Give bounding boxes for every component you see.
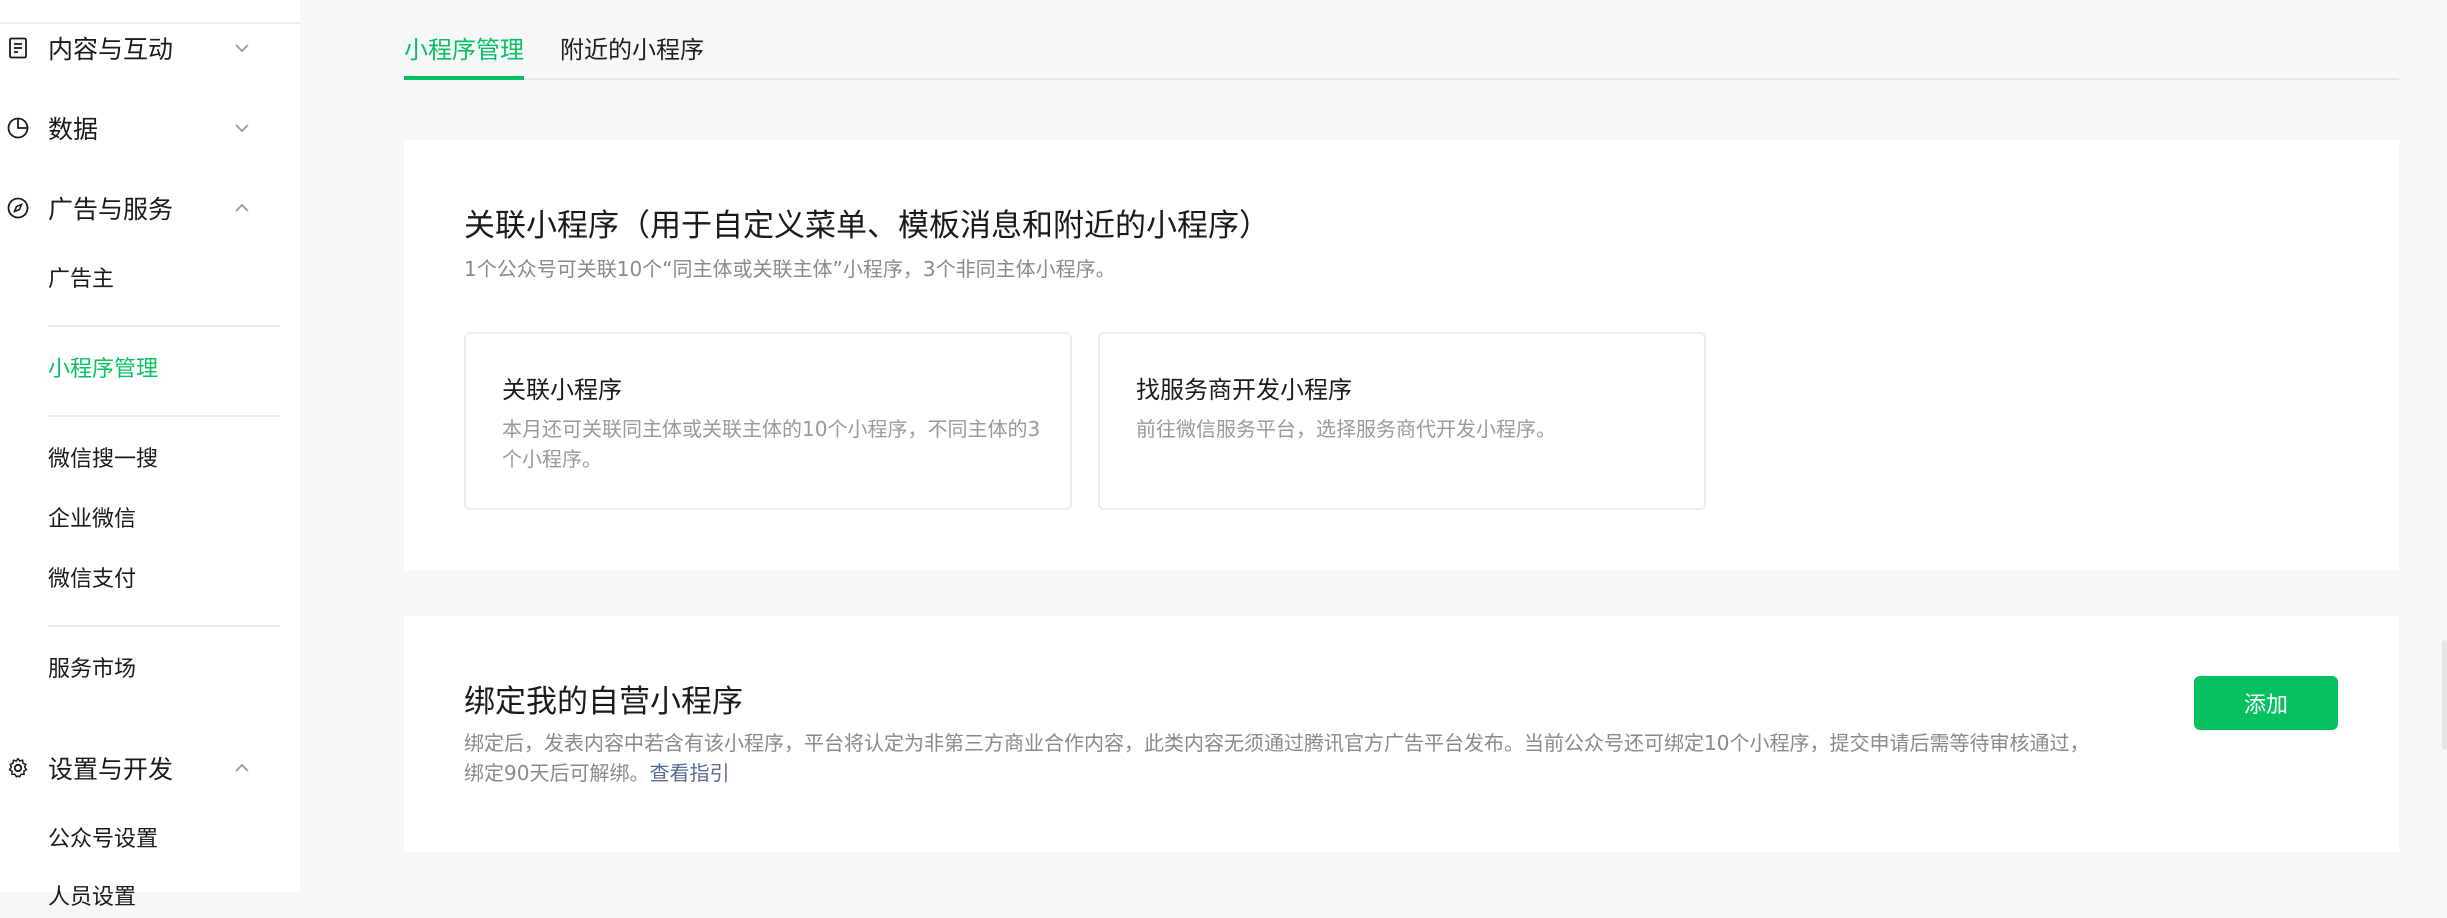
add-button[interactable]: 添加 [2194, 676, 2338, 730]
sidebar-group-label: 广告与服务 [48, 195, 174, 224]
find-service-provider-option[interactable]: 找服务商开发小程序 前往微信服务平台，选择服务商代开发小程序。 [1098, 332, 1706, 510]
pie-chart-icon [7, 117, 29, 139]
sidebar-group-content[interactable]: 内容与互动 [0, 18, 270, 78]
tab-miniprogram-management[interactable]: 小程序管理 [404, 30, 524, 80]
option-title: 关联小程序 [502, 376, 622, 404]
sidebar-item-service-market[interactable]: 服务市场 [48, 650, 278, 690]
sidebar-group-data[interactable]: 数据 [0, 98, 270, 158]
option-desc: 前往微信服务平台，选择服务商代开发小程序。 [1136, 417, 1556, 441]
link-miniprogram-card: 关联小程序（用于自定义菜单、模板消息和附近的小程序） 1个公众号可关联10个“同… [404, 140, 2399, 570]
sidebar-item-wechat-search[interactable]: 微信搜一搜 [48, 440, 278, 480]
sidebar-divider [48, 325, 280, 327]
sidebar-group-settings[interactable]: 设置与开发 [0, 738, 270, 798]
chevron-up-icon [235, 203, 249, 212]
bind-section-desc: 绑定后，发表内容中若含有该小程序，平台将认定为非第三方商业合作内容，此类内容无须… [464, 728, 2104, 788]
sidebar-divider [48, 415, 280, 417]
compass-icon [7, 197, 29, 219]
chevron-up-icon [235, 763, 249, 772]
sidebar-item-account-settings[interactable]: 公众号设置 [48, 820, 278, 860]
link-section-desc: 1个公众号可关联10个“同主体或关联主体”小程序，3个非同主体小程序。 [464, 257, 1116, 281]
sidebar-item-people-settings[interactable]: 人员设置 [48, 878, 278, 918]
sidebar-item-miniprogram[interactable]: 小程序管理 [48, 350, 278, 390]
bind-miniprogram-card: 绑定我的自营小程序 绑定后，发表内容中若含有该小程序，平台将认定为非第三方商业合… [404, 616, 2399, 852]
sidebar: 内容与互动 数据 广告与服务 广告主 小程序管理 微信搜一搜 企业微信 微信支付… [0, 0, 300, 910]
view-guide-link[interactable]: 查看指引 [649, 761, 729, 785]
tab-underline [404, 78, 2399, 80]
tab-bar: 小程序管理 附近的小程序 [404, 0, 2399, 80]
chevron-down-icon [235, 124, 249, 133]
gear-icon [8, 757, 28, 778]
link-miniprogram-option[interactable]: 关联小程序 本月还可关联同主体或关联主体的10个小程序，不同主体的3个小程序。 [464, 332, 1072, 510]
bind-section-title: 绑定我的自营小程序 [464, 684, 743, 720]
link-section-title: 关联小程序（用于自定义菜单、模板消息和附近的小程序） [464, 208, 1270, 244]
sidebar-group-label: 设置与开发 [48, 755, 174, 784]
sidebar-divider [48, 625, 280, 627]
option-desc: 本月还可关联同主体或关联主体的10个小程序，不同主体的3个小程序。 [502, 417, 1041, 471]
sidebar-group-label: 数据 [48, 115, 99, 144]
scrollbar[interactable] [2442, 640, 2447, 750]
chevron-down-icon [235, 44, 249, 53]
option-title: 找服务商开发小程序 [1136, 376, 1352, 404]
tab-nearby-miniprogram[interactable]: 附近的小程序 [560, 30, 704, 78]
sidebar-group-label: 内容与互动 [48, 35, 174, 64]
sidebar-item-wecom[interactable]: 企业微信 [48, 500, 278, 540]
sidebar-item-wechat-pay[interactable]: 微信支付 [48, 560, 278, 600]
sidebar-group-ads[interactable]: 广告与服务 [0, 178, 270, 238]
sidebar-item-advertiser[interactable]: 广告主 [48, 260, 278, 300]
document-icon [9, 37, 27, 59]
